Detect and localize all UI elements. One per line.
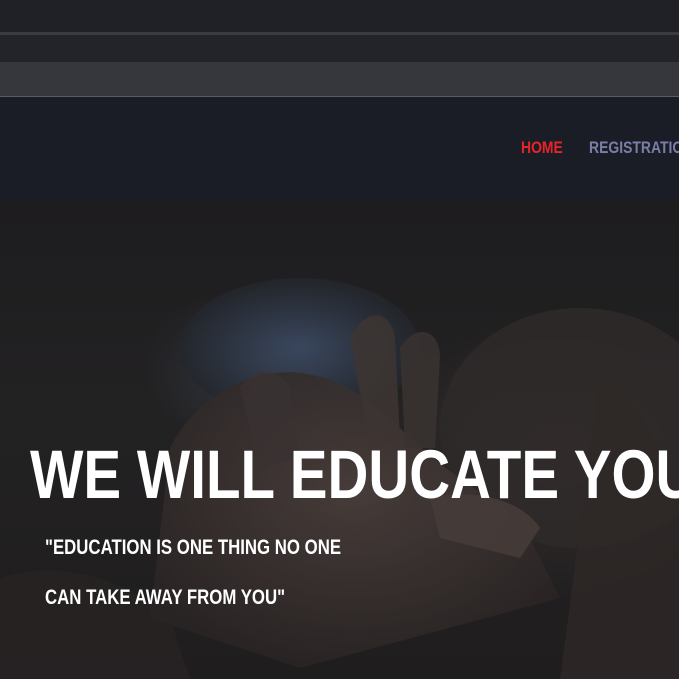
- site-header: HOME REGISTRATIO: [0, 97, 679, 198]
- main-nav: HOME REGISTRATIO: [521, 97, 679, 198]
- browser-toolbar: [0, 35, 679, 62]
- hero-title: WE WILL EDUCATE YOU: [30, 436, 679, 513]
- hero-quote-line-2: CAN TAKE AWAY FROM YOU": [45, 586, 286, 609]
- nav-item-registration[interactable]: REGISTRATIO: [589, 138, 679, 158]
- nav-item-home[interactable]: HOME: [521, 138, 563, 158]
- browser-tab-strip: [0, 0, 679, 32]
- hero-section: WE WILL EDUCATE YOU "EDUCATION IS ONE TH…: [0, 198, 679, 679]
- hero-quote-line-1: "EDUCATION IS ONE THING NO ONE: [45, 536, 342, 559]
- browser-viewport: HOME REGISTRATIO WE WILL EDUCATE YOU "ED…: [0, 0, 679, 679]
- browser-address-area[interactable]: [0, 62, 679, 96]
